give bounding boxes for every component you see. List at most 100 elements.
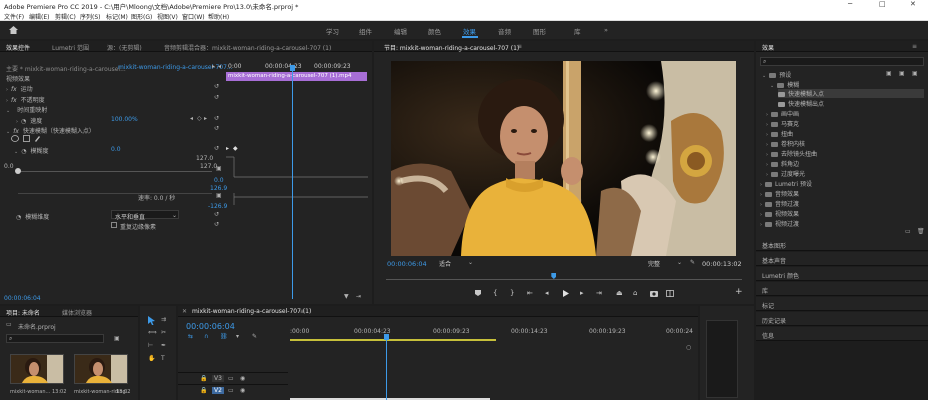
close-window-button[interactable]: ✕ [910, 0, 916, 8]
program-timecode[interactable]: 00:00:06:04 [387, 260, 427, 268]
workspace-editing[interactable]: 编辑 [394, 26, 407, 36]
track-v3-sync-icon[interactable]: ▭ [228, 375, 234, 382]
menu-graphics[interactable]: 图形(G) [131, 12, 152, 21]
prev-keyframe-icon[interactable]: ◂ [190, 115, 193, 122]
work-area-bar[interactable] [290, 339, 496, 341]
workspace-overflow-button[interactable]: » [604, 26, 608, 34]
effects-search-input[interactable]: ⌕ [760, 57, 924, 66]
repeat-edge-checkbox[interactable] [111, 222, 117, 228]
tab-source[interactable]: 源：(无剪辑) [107, 43, 142, 52]
reset-fast-blur-icon[interactable]: ↺ [214, 125, 219, 132]
effects-tree-twirl[interactable]: › 扭曲 [766, 129, 793, 138]
tab-lumetri-scopes[interactable]: Lumetri 范围 [52, 43, 89, 52]
video-frame[interactable] [391, 61, 736, 256]
filter-icon[interactable]: ▼ [344, 293, 349, 300]
button-editor-add-icon[interactable]: + [735, 287, 743, 297]
effect-row-motion[interactable]: › fx 运动 [6, 84, 33, 93]
effect-row-time-remap[interactable]: ⌄ 时间重映射 [6, 105, 47, 114]
accelerated-effects-icon[interactable]: ▣ [886, 70, 892, 77]
effect-row-fast-blur[interactable]: ⌄ fx 快速模糊（快速模糊入点） [6, 126, 95, 135]
track-v3-lock-icon[interactable]: 🔒 [200, 375, 207, 382]
workspace-graphics[interactable]: 图形 [533, 26, 546, 36]
master-clip-label[interactable]: 主要 * mixkit-woman-riding-a-carousel... [6, 64, 126, 73]
effects-tree-audio-effects[interactable]: › 音频效果 [760, 189, 799, 198]
pen-mask-icon[interactable] [34, 135, 41, 142]
maximize-button[interactable]: □ [879, 0, 886, 8]
ellipse-mask-icon[interactable] [11, 135, 19, 142]
play-icon[interactable] [563, 290, 569, 297]
velocity-keyframe-icon[interactable]: ▣ [216, 192, 222, 199]
effect-row-opacity[interactable]: › fx 不透明度 [6, 95, 45, 104]
toggle-graph-icon[interactable]: ◂ [218, 63, 221, 70]
go-to-out-icon[interactable]: ⇥ [596, 289, 602, 297]
track-v2-label[interactable]: V2 [212, 387, 224, 394]
effects-tree-video-effects[interactable]: › 视频效果 [760, 209, 799, 218]
effects-tree-presets[interactable]: ⌄ 预设 [762, 70, 791, 79]
effects-tree-bevel[interactable]: › 斜角边 [766, 159, 799, 168]
settings-wrench-icon[interactable]: ✎ [690, 259, 695, 266]
program-scrub-bar[interactable] [386, 273, 742, 281]
tab-audio-clip-mixer[interactable]: 音频剪辑混合器：mixkit-woman-riding-a-carousel-7… [164, 43, 331, 52]
project-item-thumbnail-2[interactable] [74, 354, 128, 384]
in-point-icon[interactable]: { [493, 289, 497, 297]
clip-bar[interactable]: mixkit-woman-riding-a-carousel-707 (1).m… [226, 72, 367, 81]
ripple-edit-tool-icon[interactable]: ⟺ [148, 329, 157, 336]
menu-sequence[interactable]: 序列(S) [80, 12, 101, 21]
menu-edit[interactable]: 编辑(E) [29, 12, 49, 21]
workspace-color[interactable]: 颜色 [428, 26, 441, 36]
timeline-playhead-handle[interactable] [384, 334, 389, 340]
selection-tool-icon[interactable] [148, 316, 155, 325]
minimize-button[interactable]: ─ [848, 0, 852, 8]
add-keyframe-icon[interactable]: ◇ [197, 115, 202, 122]
step-back-icon[interactable]: ◂ [545, 289, 549, 297]
stacked-lumetri-color[interactable]: Lumetri 颜色 [756, 267, 928, 281]
reset-dimension-icon[interactable]: ↺ [214, 211, 219, 218]
export-frame-icon[interactable] [650, 290, 658, 297]
slip-tool-icon[interactable]: ⊢ [148, 342, 153, 349]
yuv-effects-icon[interactable]: ▣ [912, 70, 918, 77]
stacked-libraries[interactable]: 库 [756, 282, 928, 296]
menu-window[interactable]: 窗口(W) [182, 12, 205, 21]
go-to-in-icon[interactable]: ⇤ [527, 289, 533, 297]
reset-motion-icon[interactable]: ↺ [214, 83, 219, 90]
track-v2-lock-icon[interactable]: 🔒 [200, 387, 207, 394]
tab-program[interactable]: 节目: mixkit-woman-riding-a-carousel-707 (… [384, 43, 519, 52]
new-search-bin-icon[interactable]: ▣ [114, 335, 120, 342]
workspace-learn[interactable]: 学习 [326, 26, 339, 36]
effects-menu-icon[interactable]: ≡ [912, 43, 917, 50]
effects-tree-fast-blur-out[interactable]: 快速模糊出点 [778, 99, 824, 108]
menu-help[interactable]: 帮助(H) [208, 12, 229, 21]
hand-tool-icon[interactable]: ✋ [148, 355, 155, 362]
type-tool-icon[interactable]: T [161, 355, 165, 362]
marker-icon[interactable] [475, 290, 481, 296]
fit-dropdown[interactable]: 适合 ⌄ [436, 258, 476, 268]
timeline-settings-icon[interactable]: ✎ [252, 333, 257, 340]
effect-controls-timecode[interactable]: 00:00:06:04 [4, 295, 41, 302]
linked-selection-icon[interactable]: ⛓ [220, 333, 228, 340]
effects-tree-audio-transitions[interactable]: › 音频过渡 [760, 199, 799, 208]
track-v2-sync-icon[interactable]: ▭ [228, 387, 234, 394]
reset-opacity-icon[interactable]: ↺ [214, 94, 219, 101]
project-item-thumbnail-1[interactable] [10, 354, 64, 384]
timeline-scroll-dot[interactable]: ○ [686, 344, 691, 351]
track-v3-label[interactable]: V3 [212, 375, 224, 382]
track-select-tool-icon[interactable]: ⇉ [161, 316, 166, 323]
stacked-history[interactable]: 历史记录 [756, 312, 928, 326]
rectangle-mask-icon[interactable] [23, 135, 30, 142]
tab-media-browser[interactable]: 媒体浏览器 [62, 308, 92, 317]
lift-icon[interactable]: ⏏ [616, 289, 623, 297]
keyframe-box-icon[interactable]: ▣ [216, 165, 222, 172]
new-bin-icon[interactable]: ▭ [905, 228, 911, 235]
add-marker-icon[interactable]: ▾ [236, 333, 239, 340]
32bit-effects-icon[interactable]: ▣ [899, 70, 905, 77]
timeline-timecode[interactable]: 00:00:06:04 [186, 322, 235, 331]
export-icon[interactable]: ⇥ [356, 293, 361, 300]
quality-dropdown[interactable]: 完整 ⌄ [645, 258, 685, 268]
stacked-info[interactable]: 信息 [756, 327, 928, 341]
effects-tree-fast-blur-in[interactable]: 快速模糊入点 [778, 89, 924, 98]
effects-tree-pip[interactable]: › 画中画 [766, 109, 799, 118]
effects-tree-convolution[interactable]: › 卷积内核 [766, 139, 805, 148]
reset-speed-icon[interactable]: ↺ [214, 115, 219, 122]
blurriness-slider-track[interactable] [18, 171, 212, 172]
stacked-markers[interactable]: 标记 [756, 297, 928, 311]
